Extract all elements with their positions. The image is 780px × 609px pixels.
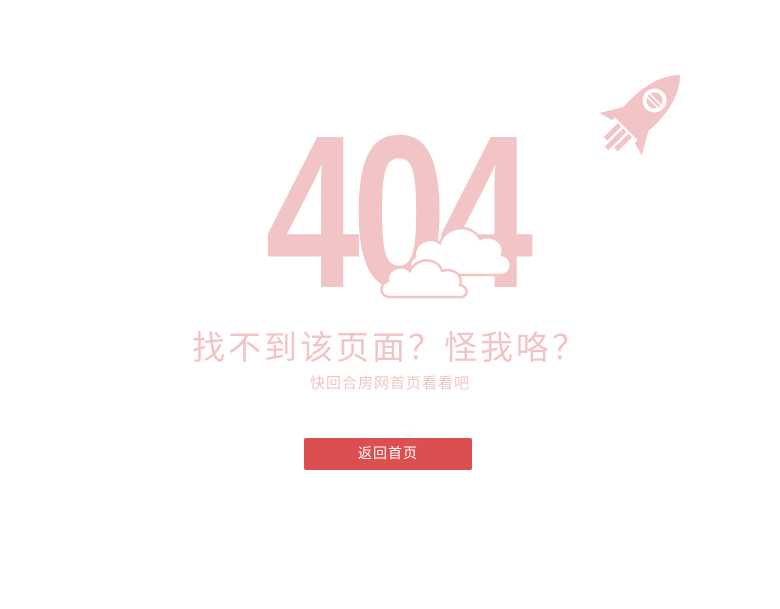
error-headline: 找不到该页面？怪我咯？ bbox=[192, 328, 588, 367]
cloud-icon bbox=[380, 227, 512, 299]
return-home-button[interactable]: 返回首页 bbox=[304, 438, 472, 470]
error-subline: 快回合房网首页看看吧 bbox=[309, 374, 470, 392]
error-illustration: 404 bbox=[0, 0, 780, 330]
rocket-icon bbox=[599, 74, 681, 156]
error-page: 404 找不到该页面？怪我咯？ 快回合房网首页看看吧 返回首页 bbox=[0, 0, 780, 609]
